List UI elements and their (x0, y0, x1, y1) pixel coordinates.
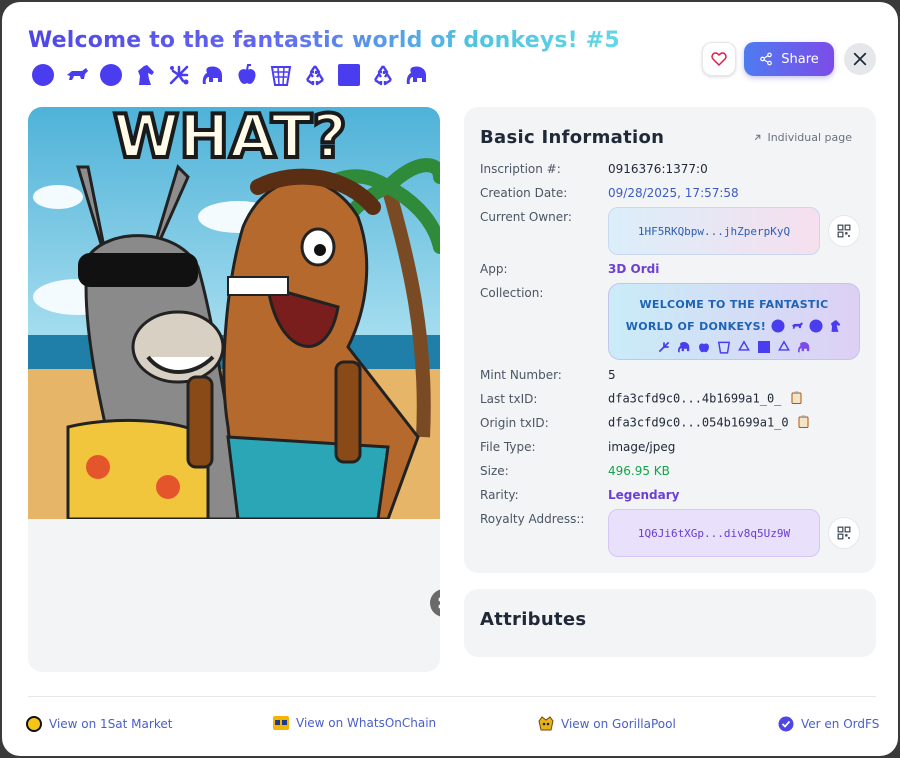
check-badge-icon (778, 716, 794, 732)
view-gorillapool-link[interactable]: View on GorillaPool (538, 716, 676, 732)
rarity-value: Legendary (608, 488, 680, 502)
whatsonchain-icon (273, 716, 289, 730)
blue-circle-icon (771, 319, 785, 332)
inscription-image[interactable]: WHAT? (28, 107, 440, 519)
basic-info-card: Basic Information Individual page Inscri… (464, 107, 876, 573)
elephant-icon (200, 62, 226, 88)
basic-info-title: Basic Information (480, 127, 665, 148)
elephant-icon (798, 342, 810, 353)
gorillapool-icon (538, 716, 554, 731)
rarity-label: Rarity: (480, 488, 519, 502)
image-caption: WHAT? (113, 107, 347, 172)
wastebasket-icon (717, 341, 731, 354)
recycle-icon (738, 340, 750, 351)
view-1sat-market-label: View on 1Sat Market (49, 717, 173, 731)
view-ordfs-label: Ver en OrdFS (801, 717, 880, 731)
individual-page-link[interactable]: Individual page (752, 131, 852, 144)
horse-head-icon (132, 62, 158, 88)
current-owner-label: Current Owner: (480, 210, 572, 224)
fireworks-icon (658, 341, 670, 353)
last-txid-row: dfa3cfd9c0...4b1699a1_0_ (608, 391, 802, 407)
inscription-value: 0916376:1377:0 (608, 162, 708, 176)
size-value: 496.95 KB (608, 464, 670, 478)
attributes-card: Attributes (464, 589, 876, 657)
collection-label: Collection: (480, 286, 544, 300)
share-icon (760, 52, 773, 66)
view-whatsonchain-link[interactable]: View on WhatsOnChain (273, 716, 436, 730)
inscription-modal: Welcome to the fantastic world of donkey… (2, 2, 898, 756)
origin-txid-value[interactable]: dfa3cfd9c0...054b1699a1_0 (608, 416, 789, 430)
file-type-label: File Type: (480, 440, 536, 454)
app-value[interactable]: 3D Ordi (608, 262, 659, 276)
blue-square-icon (758, 341, 770, 353)
last-txid-value[interactable]: dfa3cfd9c0...4b1699a1_0_ (608, 392, 781, 406)
owner-address-pill[interactable]: 1HF5RKQbpw...jhZperpKyQ (608, 207, 820, 255)
view-1sat-market-link[interactable]: View on 1Sat Market (26, 716, 172, 732)
bull-icon (64, 62, 90, 88)
owner-qr-button[interactable] (828, 215, 860, 247)
emoji-row (30, 62, 430, 88)
file-type-value: image/jpeg (608, 440, 676, 454)
apple-icon (234, 62, 260, 88)
origin-txid-label: Origin txID: (480, 416, 549, 430)
blue-circle-icon (809, 319, 823, 332)
recycle-icon (778, 340, 790, 351)
clipboard-icon[interactable] (791, 391, 802, 407)
expand-icon (438, 597, 440, 609)
blue-circle-icon (30, 62, 56, 88)
blue-circle-icon (98, 62, 124, 88)
elephant-icon (404, 62, 430, 88)
clipboard-icon[interactable] (798, 415, 809, 431)
bull-icon (791, 321, 804, 329)
close-icon (853, 52, 867, 66)
qr-code-icon (837, 526, 851, 540)
creation-date-value: 09/28/2025, 17:57:58 (608, 186, 739, 200)
size-label: Size: (480, 464, 509, 478)
blue-square-icon (336, 62, 362, 88)
qr-code-icon (837, 224, 851, 238)
share-button[interactable]: Share (744, 42, 834, 76)
wastebasket-icon (268, 62, 294, 88)
view-gorillapool-label: View on GorillaPool (561, 717, 676, 731)
image-panel: WHAT? (28, 107, 440, 672)
recycle-icon (302, 62, 328, 88)
creation-date-label: Creation Date: (480, 186, 568, 200)
mint-number-value: 5 (608, 368, 616, 382)
footer-divider (28, 696, 876, 697)
collection-emojis (771, 319, 842, 333)
royalty-address-pill[interactable]: 1Q6Ji6tXGp...div8q5Uz9W (608, 509, 820, 557)
origin-txid-row: dfa3cfd9c0...054b1699a1_0 (608, 415, 809, 431)
heart-icon (711, 52, 727, 67)
page-title: Welcome to the fantastic world of donkey… (28, 28, 620, 53)
close-button[interactable] (844, 43, 876, 75)
royalty-address-label: Royalty Address:: (480, 512, 585, 526)
app-label: App: (480, 262, 508, 276)
individual-page-label: Individual page (767, 131, 852, 144)
1sat-market-icon (26, 716, 42, 732)
recycle-icon (370, 62, 396, 88)
external-link-icon (755, 134, 761, 141)
collection-emojis-line2 (617, 340, 851, 354)
favorite-button[interactable] (702, 42, 736, 76)
share-label: Share (781, 51, 819, 67)
inscription-label: Inscription #: (480, 162, 561, 176)
view-ordfs-link[interactable]: Ver en OrdFS (778, 716, 879, 732)
horse-head-icon (831, 319, 841, 332)
view-whatsonchain-label: View on WhatsOnChain (296, 716, 437, 730)
attributes-title: Attributes (480, 609, 587, 630)
royalty-qr-button[interactable] (828, 517, 860, 549)
expand-image-button[interactable] (430, 589, 440, 617)
last-txid-label: Last txID: (480, 392, 538, 406)
fireworks-icon (166, 62, 192, 88)
apple-icon (699, 343, 709, 353)
mint-number-label: Mint Number: (480, 368, 562, 382)
collection-pill[interactable]: WELCOME TO THE FANTASTIC WORLD OF DONKEY… (608, 283, 860, 360)
elephant-icon (678, 342, 690, 353)
